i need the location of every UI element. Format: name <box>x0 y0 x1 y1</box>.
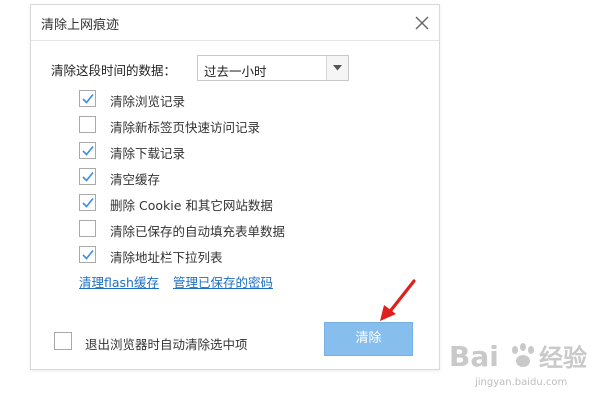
manage-saved-passwords-link[interactable]: 管理已保存的密码 <box>173 275 273 290</box>
clear-option-row[interactable]: 清除已保存的自动填充表单数据 <box>79 217 419 243</box>
clear-option-label: 清空缓存 <box>110 172 161 187</box>
svg-text:经验: 经验 <box>539 344 587 372</box>
check-icon <box>82 197 94 208</box>
dialog-title: 清除上网痕迹 <box>41 18 120 33</box>
clear-option-row[interactable]: 清除下载记录 <box>79 139 419 165</box>
baidu-jingyan-watermark: Bai 经验 jingyan.baidu.com <box>447 336 597 396</box>
clear-option-label: 清除已保存的自动填充表单数据 <box>110 224 286 239</box>
time-range-select[interactable]: 过去一小时 <box>197 55 349 81</box>
watermark-url: jingyan.baidu.com <box>475 377 568 388</box>
clear-option-row[interactable]: 清空缓存 <box>79 165 419 191</box>
checkbox-unchecked[interactable] <box>79 220 96 237</box>
checkbox-unchecked[interactable] <box>79 116 96 133</box>
chevron-down-icon[interactable] <box>326 56 348 80</box>
check-icon <box>82 145 94 156</box>
checkbox-checked[interactable] <box>79 90 96 107</box>
dialog-titlebar: 清除上网痕迹 <box>31 5 439 41</box>
clear-option-row[interactable]: 删除 Cookie 和其它网站数据 <box>79 191 419 217</box>
time-range-value: 过去一小时 <box>204 64 267 79</box>
checkbox-checked[interactable] <box>79 194 96 211</box>
check-icon <box>82 249 94 260</box>
clear-options-list: 清除浏览记录清除新标签页快速访问记录 清除下载记录 清空缓存删除 Cookie 和其… <box>79 87 419 269</box>
clear-button[interactable]: 清除 <box>324 322 413 356</box>
time-range-row: 清除这段时间的数据： 过去一小时 <box>51 55 411 81</box>
checkbox-checked[interactable] <box>79 246 96 263</box>
clear-flash-cache-link[interactable]: 清理flash缓存 <box>79 275 159 290</box>
close-icon[interactable] <box>415 15 429 30</box>
extra-links: 清理flash缓存 管理已保存的密码 <box>79 272 283 291</box>
check-icon <box>82 171 94 182</box>
checkbox-checked[interactable] <box>79 168 96 185</box>
baidu-logo-icon: Bai 经验 <box>449 340 587 373</box>
auto-clear-label: 退出浏览器时自动清除选中项 <box>85 337 248 352</box>
clear-option-row[interactable]: 清除新标签页快速访问记录 <box>79 113 419 139</box>
clear-option-label: 清除下载记录 <box>110 146 186 161</box>
clear-option-label: 清除地址栏下拉列表 <box>110 250 223 265</box>
clear-option-row[interactable]: 清除浏览记录 <box>79 87 419 113</box>
time-range-label: 清除这段时间的数据： <box>51 63 177 78</box>
clear-option-label: 删除 Cookie 和其它网站数据 <box>110 198 273 213</box>
red-arrow-annotation <box>380 279 416 321</box>
clear-option-label: 清除浏览记录 <box>110 94 186 109</box>
svg-text:Bai: Bai <box>449 340 499 373</box>
clear-option-label: 清除新标签页快速访问记录 <box>110 120 261 135</box>
auto-clear-checkbox[interactable] <box>54 332 72 350</box>
clear-option-row[interactable]: 清除地址栏下拉列表 <box>79 243 419 269</box>
checkbox-checked[interactable] <box>79 142 96 159</box>
check-icon <box>82 93 94 104</box>
